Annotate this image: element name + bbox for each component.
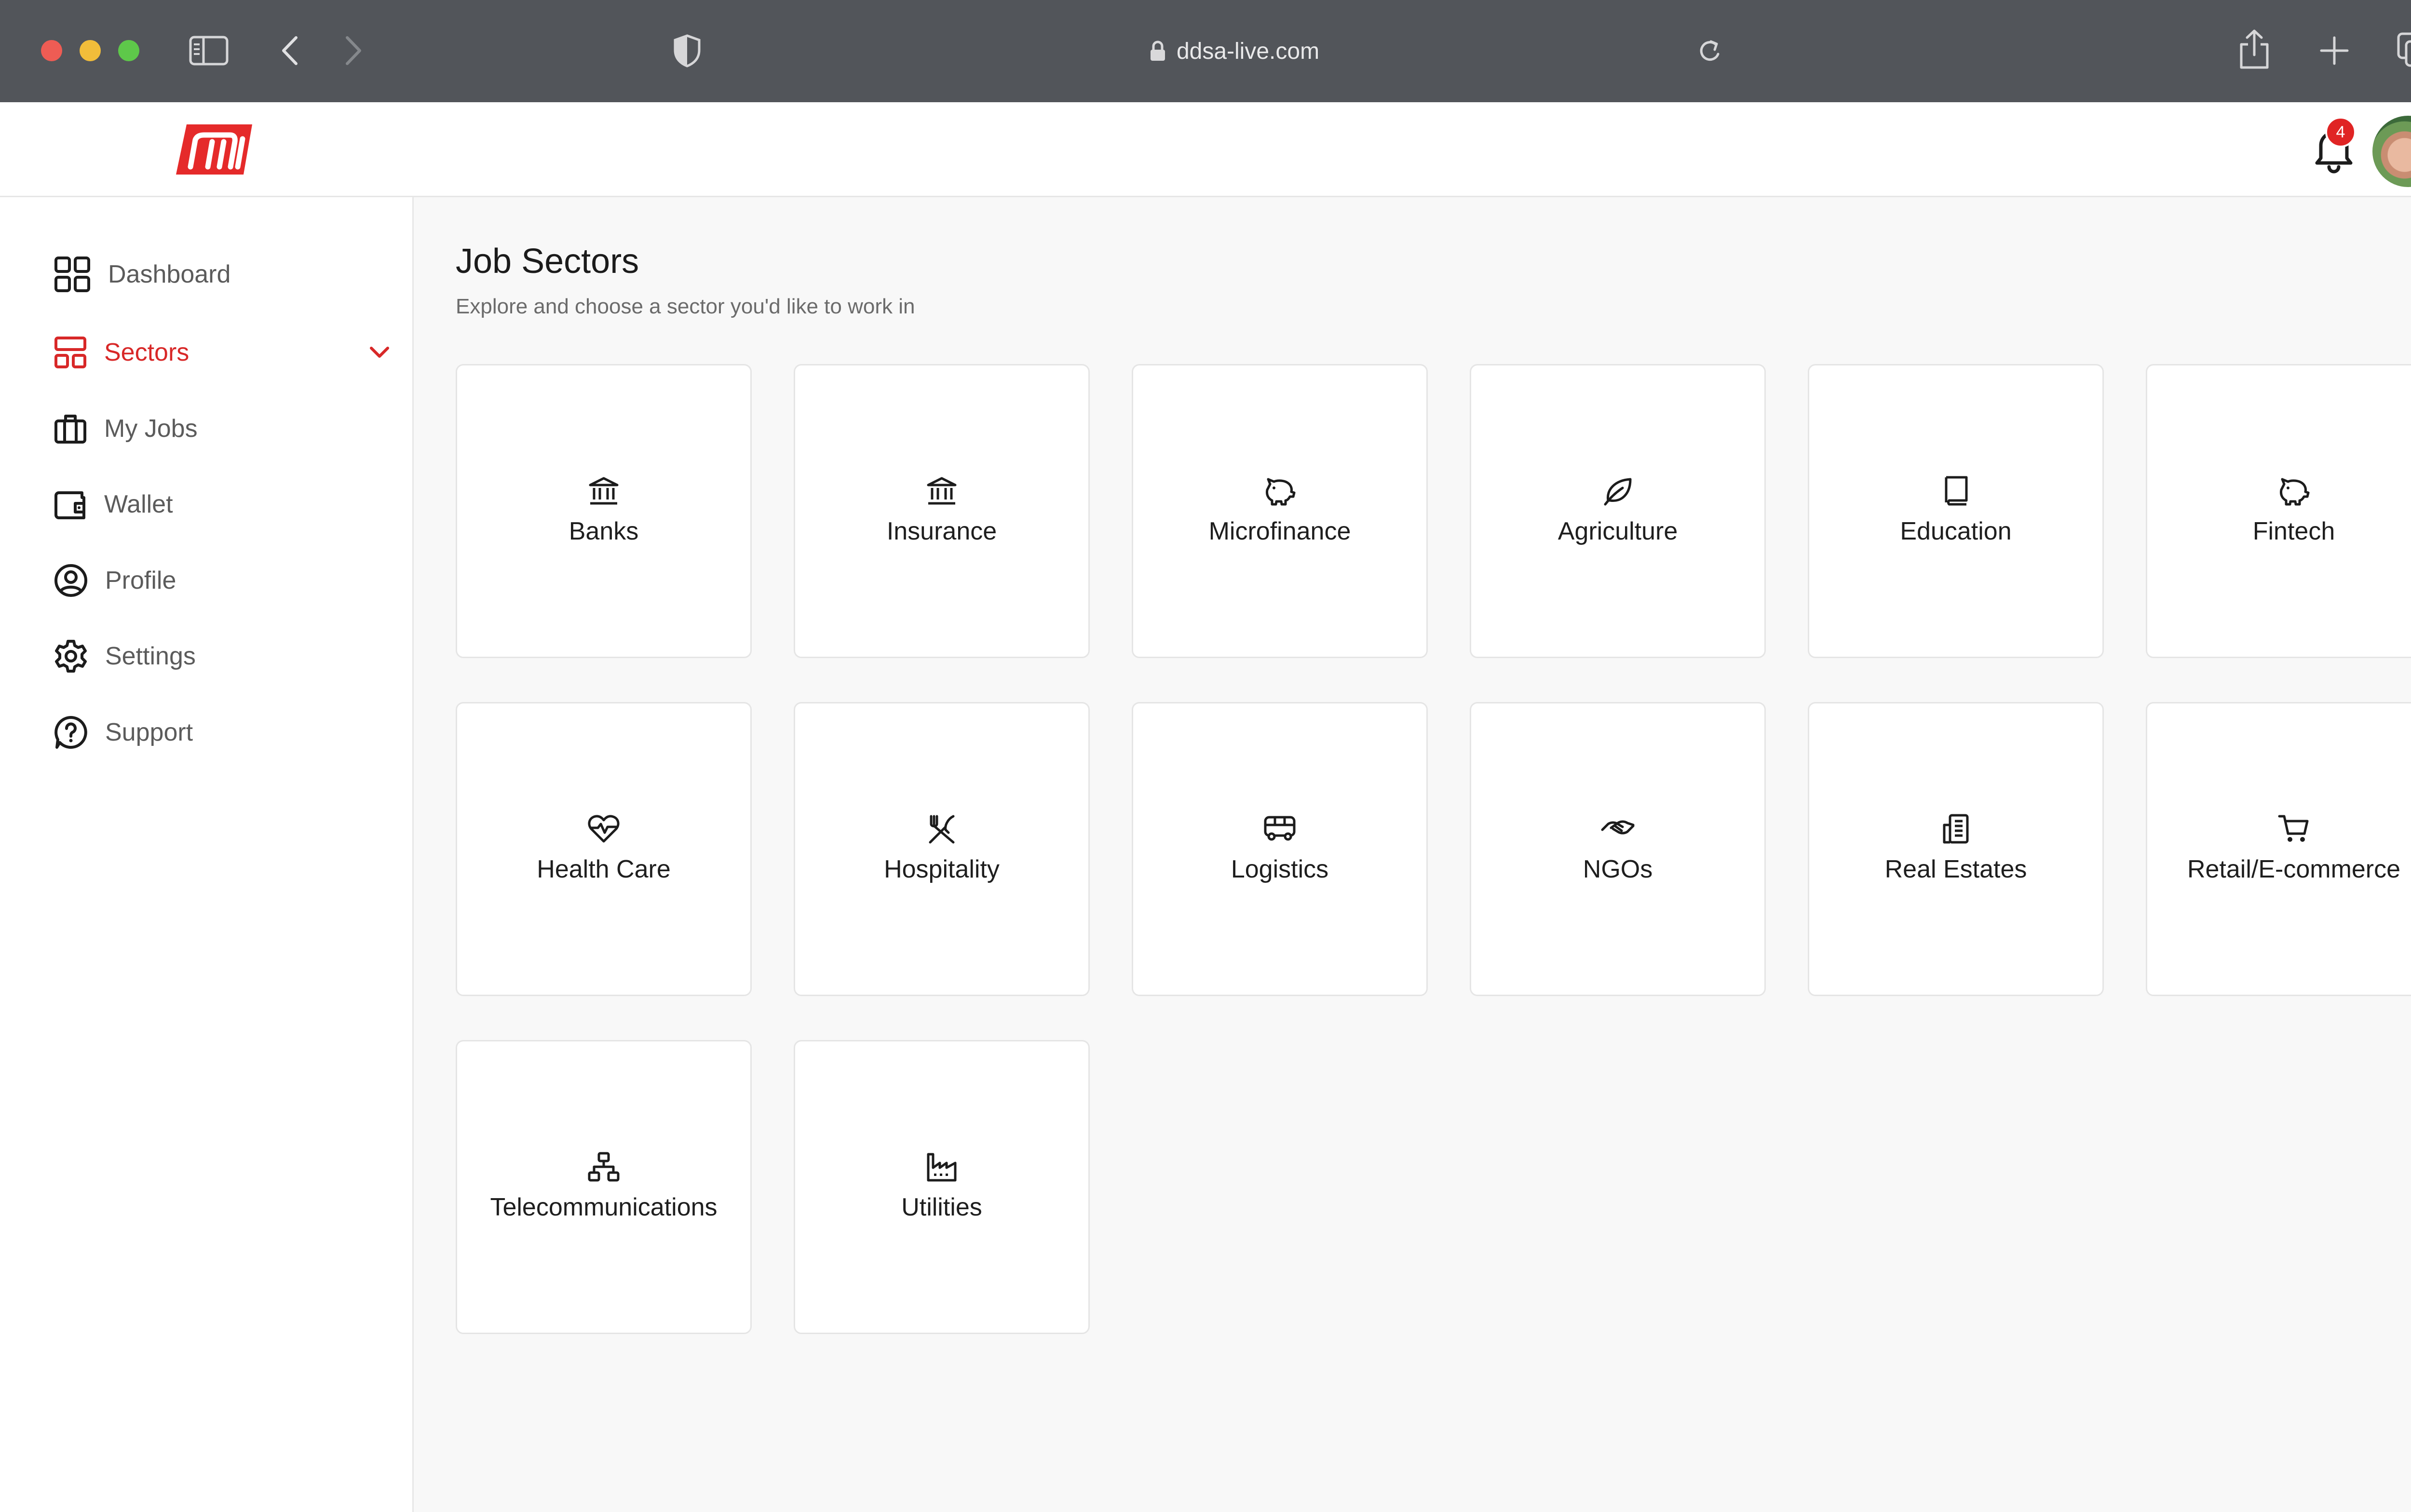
sidebar-item-sectors[interactable]: Sectors — [54, 328, 392, 377]
user-avatar[interactable] — [2372, 116, 2411, 187]
handshake-icon — [1601, 820, 1635, 835]
profile-icon — [54, 564, 87, 597]
sidebar-item-label: Wallet — [104, 490, 173, 518]
building-icon — [1943, 814, 1969, 844]
gear-icon — [55, 640, 87, 673]
sidebar: Dashboard Sectors My Jobs Wallet Profile… — [0, 197, 414, 1512]
bank-icon — [927, 477, 957, 505]
sidebar-item-my-jobs[interactable]: My Jobs — [54, 405, 392, 453]
sidebar-item-label: My Jobs — [104, 415, 198, 443]
heart-pulse-icon — [588, 815, 620, 843]
sidebar-item-settings[interactable]: Settings — [54, 632, 392, 680]
sector-label: Banks — [569, 517, 639, 545]
main-content: Job Sectors Explore and choose a sector … — [414, 197, 2411, 1512]
help-circle-icon — [54, 716, 87, 749]
sector-card-health-care[interactable]: Health Care — [456, 702, 752, 996]
sector-label: Microfinance — [1208, 517, 1351, 545]
reload-icon[interactable] — [1696, 37, 1723, 65]
piggy-bank-icon — [2280, 478, 2310, 506]
url-text: ddsa-live.com — [1176, 38, 1320, 64]
leaf-icon — [1604, 478, 1632, 506]
bus-icon — [1264, 816, 1296, 841]
sidebar-item-label: Profile — [105, 567, 176, 594]
sector-label: Retail/E-commerce — [2187, 855, 2401, 883]
sidebar-item-wallet[interactable]: Wallet — [54, 480, 392, 528]
piggy-bank-icon — [1266, 478, 1296, 506]
sector-label: Telecommunications — [490, 1193, 718, 1221]
sector-card-hospitality[interactable]: Hospitality — [794, 702, 1090, 996]
sector-card-logistics[interactable]: Logistics — [1132, 702, 1428, 996]
brand-logo[interactable] — [176, 121, 252, 178]
sector-label: Hospitality — [884, 855, 1000, 883]
network-icon — [588, 1152, 620, 1182]
factory-icon — [927, 1153, 957, 1182]
sidebar-item-label: Settings — [105, 642, 196, 670]
share-icon[interactable] — [2237, 28, 2271, 70]
sector-card-fintech[interactable]: Fintech — [2146, 364, 2411, 658]
sector-label: Insurance — [886, 517, 997, 545]
sector-label: Health Care — [537, 855, 671, 883]
sector-card-agriculture[interactable]: Agriculture — [1470, 364, 1766, 658]
sidebar-item-profile[interactable]: Profile — [54, 556, 392, 605]
app-window: ddsa-live.com 4 Dashboard Sectors My Job… — [0, 0, 2411, 1512]
sector-card-banks[interactable]: Banks — [456, 364, 752, 658]
sector-card-education[interactable]: Education — [1808, 364, 2104, 658]
wallet-icon — [54, 491, 85, 519]
dashboard-grid-icon — [54, 256, 90, 292]
briefcase-icon — [54, 415, 86, 444]
sector-card-telecommunications[interactable]: Telecommunications — [456, 1040, 752, 1334]
sector-card-real-estates[interactable]: Real Estates — [1808, 702, 2104, 996]
sector-card-utilities[interactable]: Utilities — [794, 1040, 1090, 1334]
app-header: 4 — [0, 102, 2411, 197]
new-tab-icon[interactable] — [2319, 36, 2349, 66]
sector-label: NGOs — [1583, 855, 1653, 883]
lock-icon — [1150, 40, 1165, 61]
sidebar-item-label: Sectors — [104, 338, 190, 366]
sidebar-item-support[interactable]: Support — [54, 708, 392, 756]
sector-label: Education — [1900, 517, 2012, 545]
sector-label: Logistics — [1231, 855, 1329, 883]
page-subtitle: Explore and choose a sector you'd like t… — [456, 295, 915, 318]
sectors-layout-icon — [54, 337, 86, 368]
chevron-down-icon[interactable] — [367, 340, 392, 364]
sector-card-insurance[interactable]: Insurance — [794, 364, 1090, 658]
tab-overview-icon[interactable] — [2397, 32, 2411, 68]
sector-label: Agriculture — [1558, 517, 1678, 545]
page-title: Job Sectors — [456, 242, 639, 281]
notification-count-badge: 4 — [2325, 117, 2356, 148]
sector-card-ngos[interactable]: NGOs — [1470, 702, 1766, 996]
cart-icon — [2278, 815, 2309, 842]
sidebar-item-dashboard[interactable]: Dashboard — [54, 250, 392, 298]
sidebar-item-label: Dashboard — [108, 260, 231, 288]
sidebar-item-label: Support — [105, 718, 193, 746]
sector-label: Real Estates — [1884, 855, 2027, 883]
sector-card-retail-ecommerce[interactable]: Retail/E-commerce — [2146, 702, 2411, 996]
address-bar[interactable]: ddsa-live.com — [0, 34, 2411, 68]
browser-toolbar: ddsa-live.com — [0, 0, 2411, 102]
sector-label: Fintech — [2252, 517, 2335, 545]
sector-card-microfinance[interactable]: Microfinance — [1132, 364, 1428, 658]
bank-icon — [589, 477, 619, 505]
book-icon — [1945, 476, 1968, 506]
sector-label: Utilities — [901, 1193, 982, 1221]
utensils-icon — [929, 815, 955, 844]
